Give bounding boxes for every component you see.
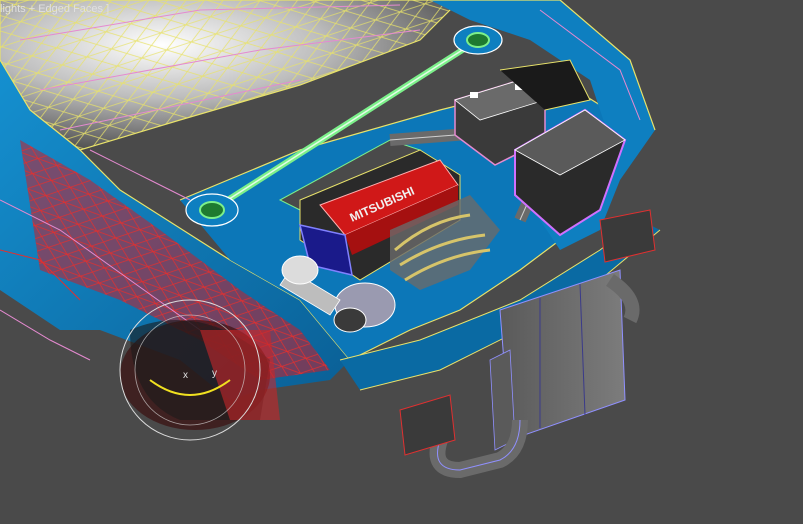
gizmo-x-label: x: [183, 370, 188, 381]
frame-rail-right[interactable]: [599, 209, 656, 263]
viewport-label[interactable]: lights + Edged Faces ]: [0, 3, 109, 15]
frame-rail-left[interactable]: [399, 394, 456, 456]
3d-viewport[interactable]: x y MITSUBISHI lights + Edged Faces]: [0, 0, 803, 524]
intercooler[interactable]: [489, 269, 626, 451]
front-wheel[interactable]: [120, 320, 280, 430]
gizmo-y-label: y: [212, 368, 217, 379]
viewport-render: x y MITSUBISHI: [0, 0, 661, 479]
